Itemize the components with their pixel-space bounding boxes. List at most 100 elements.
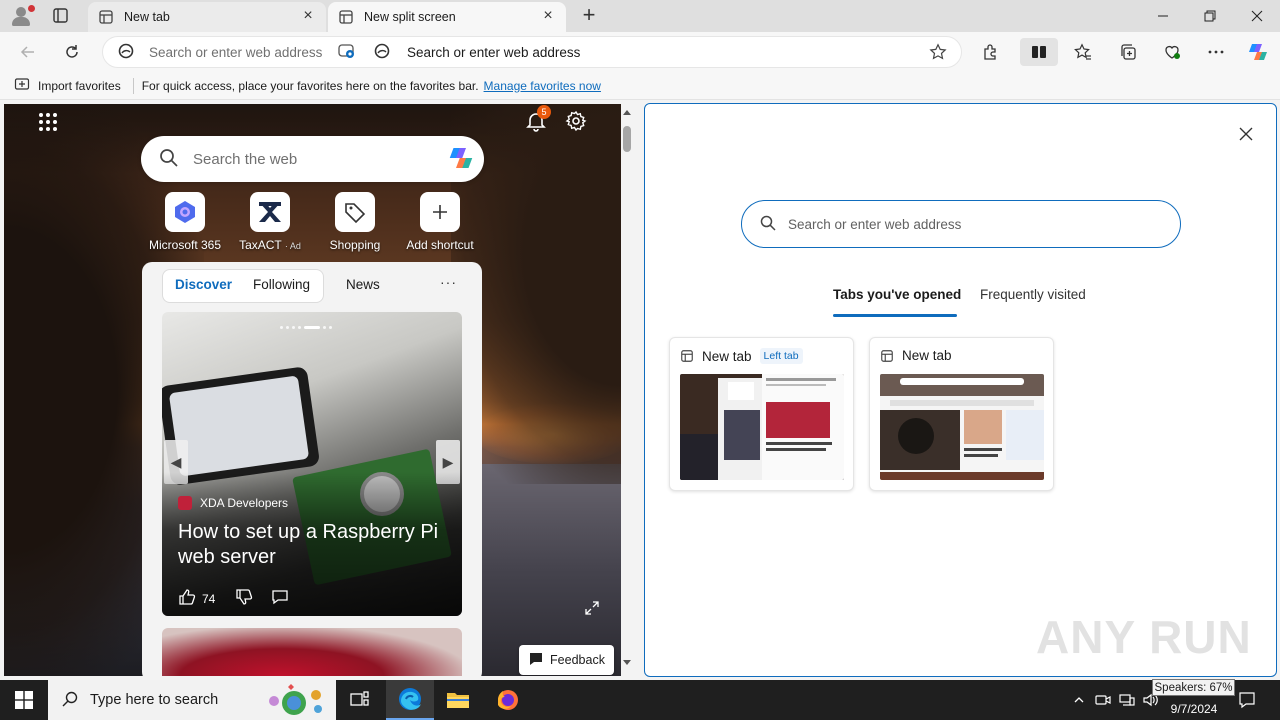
copilot-icon[interactable] [446,143,476,176]
shortcut-shopping[interactable]: Shopping [310,192,400,252]
left-pane-scrollbar[interactable] [621,104,635,676]
close-tab-icon[interactable]: × [300,8,316,25]
tab-frequently-visited[interactable]: Frequently visited [980,287,1086,302]
tab-new-tab[interactable]: New tab × [88,2,326,32]
extensions-icon[interactable] [976,38,1006,66]
web-search-placeholder: Search the web [193,150,298,168]
meet-now-icon[interactable] [1092,680,1114,720]
dislike-icon[interactable] [235,588,253,609]
show-hidden-icons-chevron-icon[interactable] [1068,680,1090,720]
notification-center-icon[interactable] [1232,680,1262,720]
article-card[interactable]: ◀ ▶ XDA Developers How to set up a Raspb… [162,312,462,616]
feed-more-icon[interactable]: ··· [440,274,457,290]
close-tab-icon[interactable]: × [540,8,556,25]
browser-essentials-icon[interactable] [1157,38,1187,66]
taxact-logo-icon [250,192,290,232]
network-icon[interactable] [1116,680,1138,720]
like-count: 74 [202,591,216,606]
expand-icon[interactable] [584,600,600,619]
news-feed: Discover Following News ··· ◀ ▶ XDA Deve… [142,262,482,676]
feedback-button[interactable]: Feedback [519,645,614,675]
right-address-placeholder: Search or enter web address [407,44,581,60]
collections-icon[interactable] [1113,38,1143,66]
scroll-down-icon[interactable] [623,660,631,665]
split-screen-link-icon[interactable] [337,42,357,63]
article-card[interactable] [162,628,462,676]
shortcut-label: TaxACT [239,238,282,252]
new-tab-page: 5 Search the web Microsoft 365 TaxACT · … [4,104,621,676]
import-favorites-button[interactable]: Import favorites [14,76,121,95]
page-settings-gear-icon[interactable] [565,110,587,132]
app-launcher-icon[interactable] [38,112,58,132]
close-window-icon[interactable] [1234,0,1280,32]
manage-favorites-link[interactable]: Manage favorites now [484,79,601,93]
copilot-icon[interactable] [1243,38,1273,66]
tab-card-title: New tab [702,348,752,364]
tab-actions-menu-icon[interactable] [46,6,74,26]
file-explorer-icon[interactable] [434,680,482,720]
page-icon [880,349,894,363]
notification-count-badge: 5 [537,105,551,119]
tab-tabs-opened[interactable]: Tabs you've opened [833,287,961,302]
like-icon[interactable] [178,588,196,609]
shortcut-label: Shopping [329,238,381,252]
favorites-hint: For quick access, place your favorites h… [141,78,479,93]
minimize-icon[interactable] [1140,0,1186,32]
restore-icon[interactable] [1187,0,1233,32]
refresh-icon[interactable] [58,38,86,66]
feed-tab-news[interactable]: News [346,277,380,292]
search-highlight-icon [260,681,330,720]
toolbar: Search or enter web address Search or en… [0,32,1280,72]
split-search-placeholder: Search or enter web address [788,216,962,232]
scroll-thumb[interactable] [623,126,631,152]
search-icon [760,215,776,234]
divider [132,77,134,94]
split-screen-icon[interactable] [1020,38,1058,66]
volume-tooltip: Speakers: 67% [1152,679,1235,696]
add-shortcut-button[interactable]: Add shortcut [395,192,485,252]
more-options-icon[interactable] [1201,38,1231,66]
opened-tab-card[interactable]: New tab [869,337,1054,491]
opened-tab-card[interactable]: New tab Left tab [669,337,854,491]
shopping-tag-icon [335,192,375,232]
close-split-icon[interactable] [1237,126,1255,144]
tab-new-split-screen[interactable]: New split screen × [328,2,566,32]
watermark: ANY RUN [1036,611,1252,663]
scroll-up-icon[interactable] [623,110,631,115]
microsoft-365-icon [165,192,205,232]
tab-title: New split screen [364,10,456,24]
import-favorites-label: Import favorites [38,78,121,93]
profile-avatar-icon[interactable] [8,4,35,28]
carousel-indicator [280,324,332,330]
feed-tab-following[interactable]: Following [253,277,310,292]
favorite-star-icon[interactable] [929,37,947,67]
comment-icon[interactable] [271,588,289,609]
tab-title: New tab [124,10,170,24]
favorites-bar: Import favorites For quick access, place… [0,72,1280,100]
tab-thumbnail [680,374,844,480]
new-tab-button[interactable]: + [578,4,600,27]
left-tab-badge: Left tab [759,348,803,364]
edge-taskbar-icon[interactable] [386,680,434,720]
shortcut-microsoft-365[interactable]: Microsoft 365 [140,192,230,252]
split-address-search[interactable]: Search or enter web address [741,200,1181,248]
address-bar[interactable]: Search or enter web address Search or en… [102,36,962,68]
windows-start-icon[interactable] [0,680,48,720]
article-headline[interactable]: How to set up a Raspberry Pi web server [178,520,453,570]
feed-tab-discover[interactable]: Discover [175,277,232,292]
ad-label: · Ad [284,241,301,251]
xda-logo-icon [178,496,192,510]
task-view-icon[interactable] [336,680,384,720]
back-icon[interactable] [14,38,42,66]
tab-card-title: New tab [902,348,952,363]
favorites-icon[interactable] [1068,38,1098,66]
import-icon [14,76,30,95]
feedback-icon [528,651,544,670]
search-engine-icon [373,42,391,63]
plus-icon [420,192,460,232]
shortcut-taxact[interactable]: TaxACT · Ad [225,192,315,252]
taskbar-search-box[interactable]: Type here to search [48,680,336,720]
web-search-box[interactable]: Search the web [141,136,484,182]
firefox-icon[interactable] [484,680,532,720]
search-icon [62,691,78,710]
